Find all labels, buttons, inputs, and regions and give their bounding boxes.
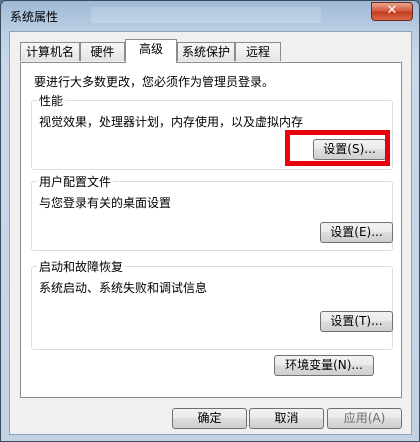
user-profiles-group: 用户配置文件 与您登录有关的桌面设置 设置(E)... — [31, 173, 393, 251]
window-title: 系统属性 — [10, 10, 59, 24]
tab-hardware[interactable]: 硬件 — [80, 42, 125, 61]
system-properties-window: 系统属性 ✕ 计算机名 硬件 高级 系统保护 远程 要进行大多数更改，您必须作为… — [0, 0, 420, 442]
close-icon: ✕ — [386, 3, 398, 18]
address-hint — [91, 7, 321, 23]
startup-recovery-title: 启动和故障恢复 — [37, 258, 126, 275]
performance-title: 性能 — [37, 92, 66, 109]
title-bar[interactable]: 系统属性 ✕ — [1, 1, 419, 31]
user-profiles-settings-button[interactable]: 设置(E)... — [320, 222, 393, 243]
ok-button[interactable]: 确定 — [172, 408, 247, 429]
dialog-body: 计算机名 硬件 高级 系统保护 远程 要进行大多数更改，您必须作为管理员登录。 … — [9, 31, 412, 435]
startup-recovery-group: 启动和故障恢复 系统启动、系统失败和调试信息 设置(T)... — [31, 258, 393, 350]
user-profiles-description: 与您登录有关的桌面设置 — [39, 196, 172, 210]
annotation-highlight-box — [285, 130, 390, 166]
tab-remote[interactable]: 远程 — [235, 42, 281, 61]
apply-button[interactable]: 应用(A) — [327, 408, 402, 429]
tab-system-protection[interactable]: 系统保护 — [177, 42, 235, 61]
close-button[interactable]: ✕ — [371, 2, 413, 21]
startup-recovery-description: 系统启动、系统失败和调试信息 — [39, 281, 208, 295]
performance-description: 视觉效果，处理器计划，内存使用，以及虚拟内存 — [39, 115, 304, 129]
admin-note: 要进行大多数更改，您必须作为管理员登录。 — [34, 75, 275, 89]
advanced-tab-panel: 要进行大多数更改，您必须作为管理员登录。 性能 视觉效果，处理器计划，内存使用，… — [20, 62, 402, 398]
tab-advanced[interactable]: 高级 — [125, 39, 177, 63]
cancel-button[interactable]: 取消 — [249, 408, 324, 429]
tab-computer-name[interactable]: 计算机名 — [20, 42, 80, 61]
user-profiles-title: 用户配置文件 — [37, 173, 114, 190]
startup-recovery-settings-button[interactable]: 设置(T)... — [320, 311, 393, 332]
environment-variables-button[interactable]: 环境变量(N)... — [274, 355, 374, 376]
